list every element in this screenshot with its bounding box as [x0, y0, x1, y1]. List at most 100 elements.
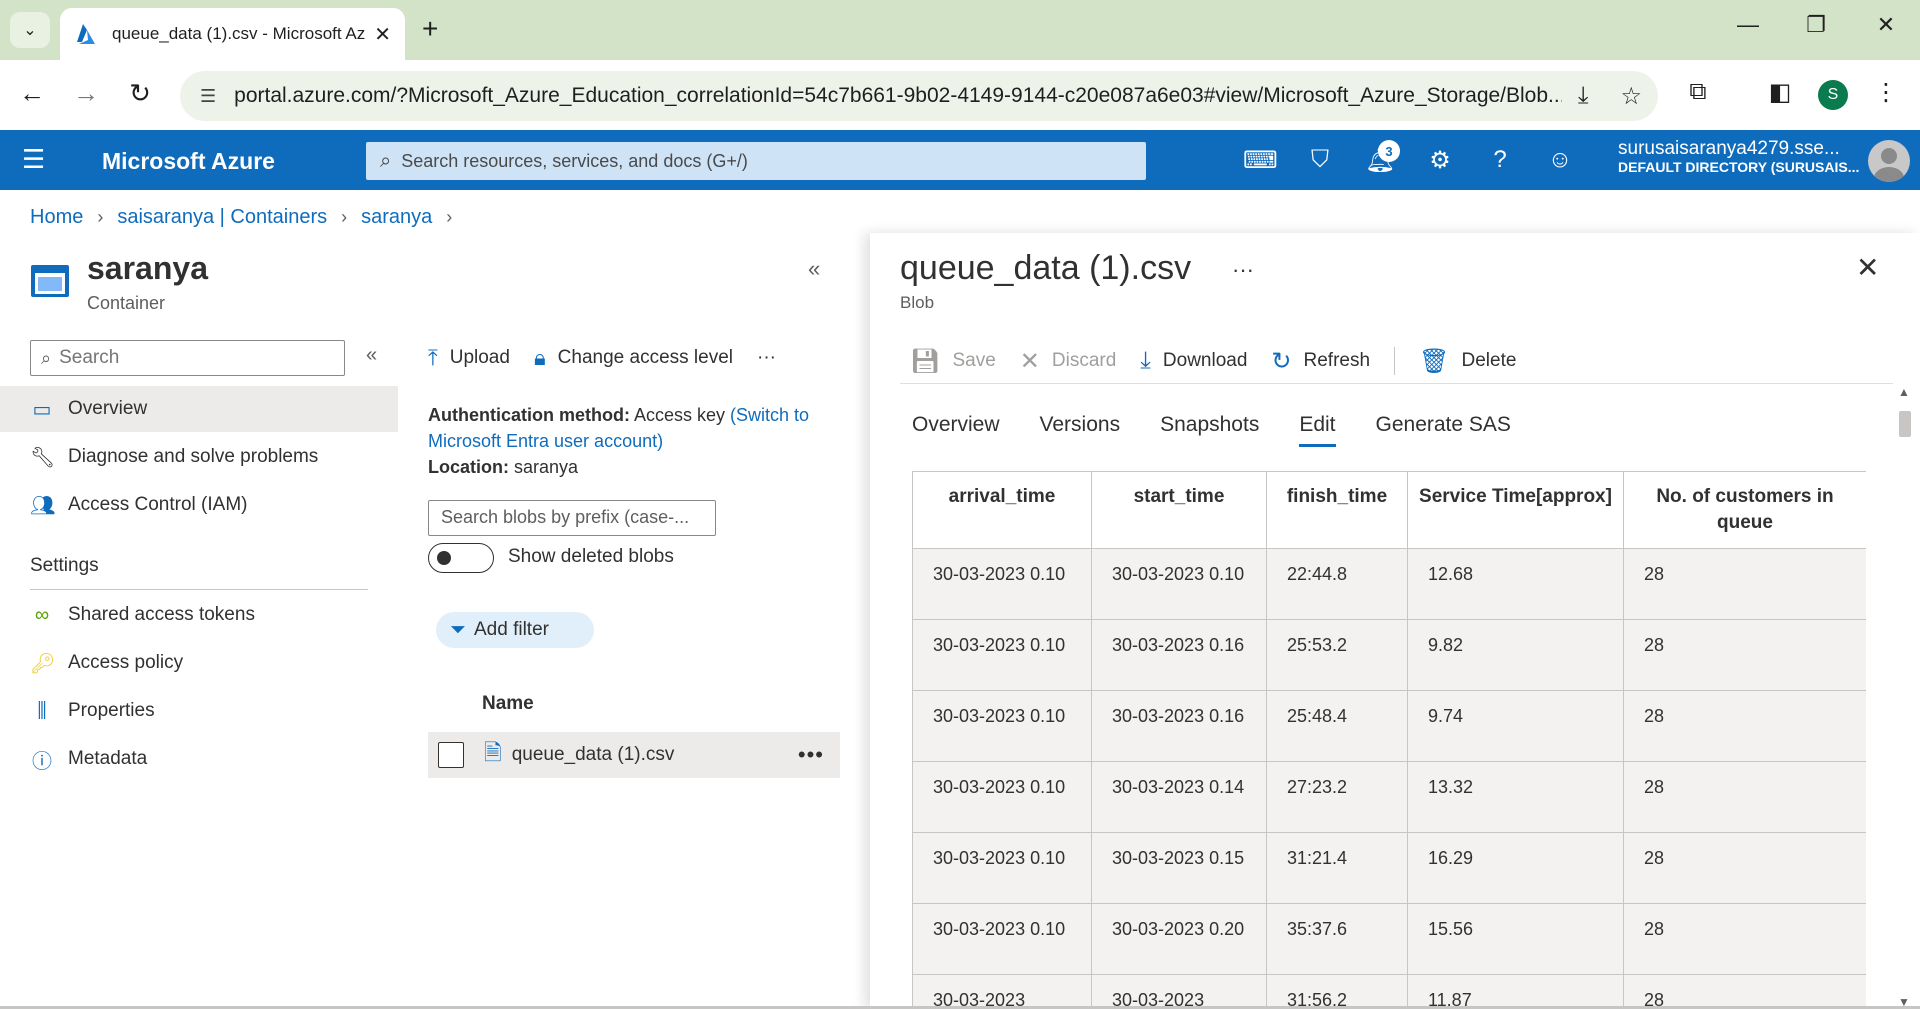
nav-item-properties[interactable]: ⫼ Properties — [0, 688, 398, 734]
name-column-header[interactable]: Name — [482, 693, 534, 715]
back-icon[interactable]: ← — [14, 78, 50, 109]
row-checkbox[interactable] — [438, 742, 464, 768]
table-cell[interactable]: 30-03-2023 0.16 — [1091, 690, 1267, 762]
table-cell[interactable]: 9.74 — [1407, 690, 1624, 762]
table-cell[interactable]: 27:23.2 — [1266, 761, 1408, 833]
table-cell[interactable]: 28 — [1623, 619, 1866, 691]
table-cell[interactable]: 30-03-2023 0.20 — [1091, 903, 1267, 975]
table-cell[interactable]: 16.29 — [1407, 832, 1624, 904]
restore-icon[interactable]: ❐ — [1796, 12, 1836, 38]
blob-name[interactable]: queue_data (1).csv — [512, 744, 798, 766]
profile-avatar[interactable]: S — [1818, 80, 1848, 110]
table-cell[interactable]: 25:48.4 — [1266, 690, 1408, 762]
extensions-icon[interactable]: ⧉ — [1680, 78, 1716, 106]
portal-brand[interactable]: Microsoft Azure — [102, 148, 275, 175]
delete-button[interactable]: 🗑︎ Delete — [1419, 347, 1516, 376]
table-cell[interactable]: 28 — [1623, 761, 1866, 833]
table-cell[interactable]: 30-03-2023 0.16 — [1091, 619, 1267, 691]
scroll-up-icon[interactable]: ▲ — [1898, 385, 1910, 399]
site-info-icon[interactable]: ☰ — [200, 86, 216, 107]
save-button[interactable]: 💾︎ Save — [910, 347, 996, 376]
breadcrumb-home[interactable]: Home — [30, 206, 83, 229]
vertical-scrollbar[interactable]: ▲ ▼ — [1893, 383, 1917, 1009]
install-app-icon[interactable]: ⤓ — [1578, 82, 1589, 110]
table-cell[interactable]: 22:44.8 — [1266, 548, 1408, 620]
table-cell[interactable]: 11.87 — [1407, 974, 1624, 1009]
table-cell[interactable]: 30-03-2023 0.10 — [912, 690, 1092, 762]
reload-icon[interactable]: ↻ — [122, 78, 158, 109]
address-bar[interactable]: ☰ portal.azure.com/?Microsoft_Azure_Educ… — [180, 71, 1658, 121]
table-cell[interactable]: 30-03-2023 0.14 — [1091, 761, 1267, 833]
menu-search-input[interactable]: ⌕ — [30, 340, 345, 376]
refresh-button[interactable]: ↻ Refresh — [1271, 347, 1370, 376]
table-cell[interactable]: 15.56 — [1407, 903, 1624, 975]
help-icon[interactable]: ? — [1483, 146, 1517, 174]
breadcrumb-container[interactable]: saranya — [361, 206, 432, 229]
minimize-icon[interactable]: — — [1728, 12, 1768, 38]
table-cell[interactable]: 30-03-2023 0.15 — [1091, 832, 1267, 904]
tab-generate-sas[interactable]: Generate SAS — [1376, 413, 1511, 447]
global-search-input[interactable]: ⌕ Search resources, services, and docs (… — [366, 142, 1146, 180]
collapse-menu-icon[interactable]: « — [366, 344, 377, 367]
scroll-thumb[interactable] — [1899, 411, 1911, 437]
blob-prefix-search-input[interactable]: Search blobs by prefix (case-... — [428, 500, 716, 536]
feedback-icon[interactable]: ☺ — [1543, 146, 1577, 174]
blade-more-icon[interactable]: ··· — [1232, 257, 1254, 283]
cloud-shell-icon[interactable]: ⌨ — [1243, 146, 1278, 175]
row-more-icon[interactable]: ••• — [798, 742, 824, 768]
nav-item-metadata[interactable]: ⓘ Metadata — [0, 736, 398, 782]
collapse-pane-icon[interactable]: « — [808, 256, 820, 282]
breadcrumb-containers[interactable]: saisaranya | Containers — [117, 206, 327, 229]
directory-filter-icon[interactable]: ⛉ — [1303, 146, 1337, 174]
portal-menu-icon[interactable]: ☰ — [22, 144, 45, 175]
table-cell[interactable]: 30-03-2023 — [1091, 974, 1267, 1009]
show-deleted-toggle[interactable] — [428, 543, 494, 573]
close-window-icon[interactable]: ✕ — [1866, 12, 1906, 38]
menu-search-field[interactable] — [59, 347, 320, 369]
user-avatar[interactable] — [1868, 140, 1910, 182]
table-cell[interactable]: 30-03-2023 0.10 — [912, 619, 1092, 691]
tab-versions[interactable]: Versions — [1040, 413, 1121, 447]
table-cell[interactable]: 28 — [1623, 548, 1866, 620]
table-cell[interactable]: 35:37.6 — [1266, 903, 1408, 975]
browser-menu-icon[interactable]: ⋮ — [1868, 78, 1904, 107]
table-cell[interactable]: 28 — [1623, 974, 1866, 1009]
nav-item-diagnose[interactable]: 🔧︎ Diagnose and solve problems — [0, 434, 398, 480]
table-cell[interactable]: 30-03-2023 0.10 — [912, 548, 1092, 620]
account-info[interactable]: surusaisaranya4279.sse... DEFAULT DIRECT… — [1618, 139, 1859, 176]
nav-item-access-policy[interactable]: 🔑︎ Access policy — [0, 640, 398, 686]
more-commands-button[interactable]: ··· — [757, 347, 776, 369]
settings-gear-icon[interactable]: ⚙ — [1423, 146, 1457, 175]
table-cell[interactable]: 13.32 — [1407, 761, 1624, 833]
close-blade-icon[interactable]: ✕ — [1856, 251, 1879, 284]
change-access-level-button[interactable]: 🔒︎ Change access level — [534, 345, 733, 371]
table-cell[interactable]: 9.82 — [1407, 619, 1624, 691]
browser-tab[interactable]: queue_data (1).csv - Microsoft Azure ✕ — [60, 8, 405, 60]
table-cell[interactable]: 25:53.2 — [1266, 619, 1408, 691]
discard-button[interactable]: ✕ Discard — [1020, 347, 1117, 376]
upload-button[interactable]: ⤒ Upload — [428, 345, 510, 371]
tab-edit[interactable]: Edit — [1299, 413, 1336, 447]
blob-list-row[interactable]: 🗎 queue_data (1).csv ••• — [428, 732, 840, 778]
new-tab-button[interactable]: + — [422, 14, 438, 44]
table-cell[interactable]: 28 — [1623, 832, 1866, 904]
download-button[interactable]: ⤓ Download — [1140, 347, 1247, 375]
table-cell[interactable]: 30-03-2023 0.10 — [912, 761, 1092, 833]
table-cell[interactable]: 30-03-2023 0.10 — [912, 832, 1092, 904]
nav-item-shared-access-tokens[interactable]: ∞ Shared access tokens — [0, 592, 398, 638]
table-cell[interactable]: 30-03-2023 0.10 — [1091, 548, 1267, 620]
bookmark-star-icon[interactable]: ☆ — [1620, 82, 1642, 111]
tab-close-icon[interactable]: ✕ — [374, 22, 391, 47]
forward-icon[interactable]: → — [68, 78, 104, 109]
table-cell[interactable]: 30-03-2023 — [912, 974, 1092, 1009]
tab-overview[interactable]: Overview — [912, 413, 1000, 447]
nav-item-iam[interactable]: 👥︎ Access Control (IAM) — [0, 482, 398, 528]
table-cell[interactable]: 12.68 — [1407, 548, 1624, 620]
table-cell[interactable]: 31:56.2 — [1266, 974, 1408, 1009]
nav-item-overview[interactable]: ▭ Overview — [0, 386, 398, 432]
side-panel-icon[interactable]: ◧ — [1762, 78, 1798, 107]
add-filter-button[interactable]: ⏷ Add filter — [436, 612, 594, 648]
table-cell[interactable]: 28 — [1623, 690, 1866, 762]
tab-snapshots[interactable]: Snapshots — [1160, 413, 1259, 447]
table-cell[interactable]: 31:21.4 — [1266, 832, 1408, 904]
